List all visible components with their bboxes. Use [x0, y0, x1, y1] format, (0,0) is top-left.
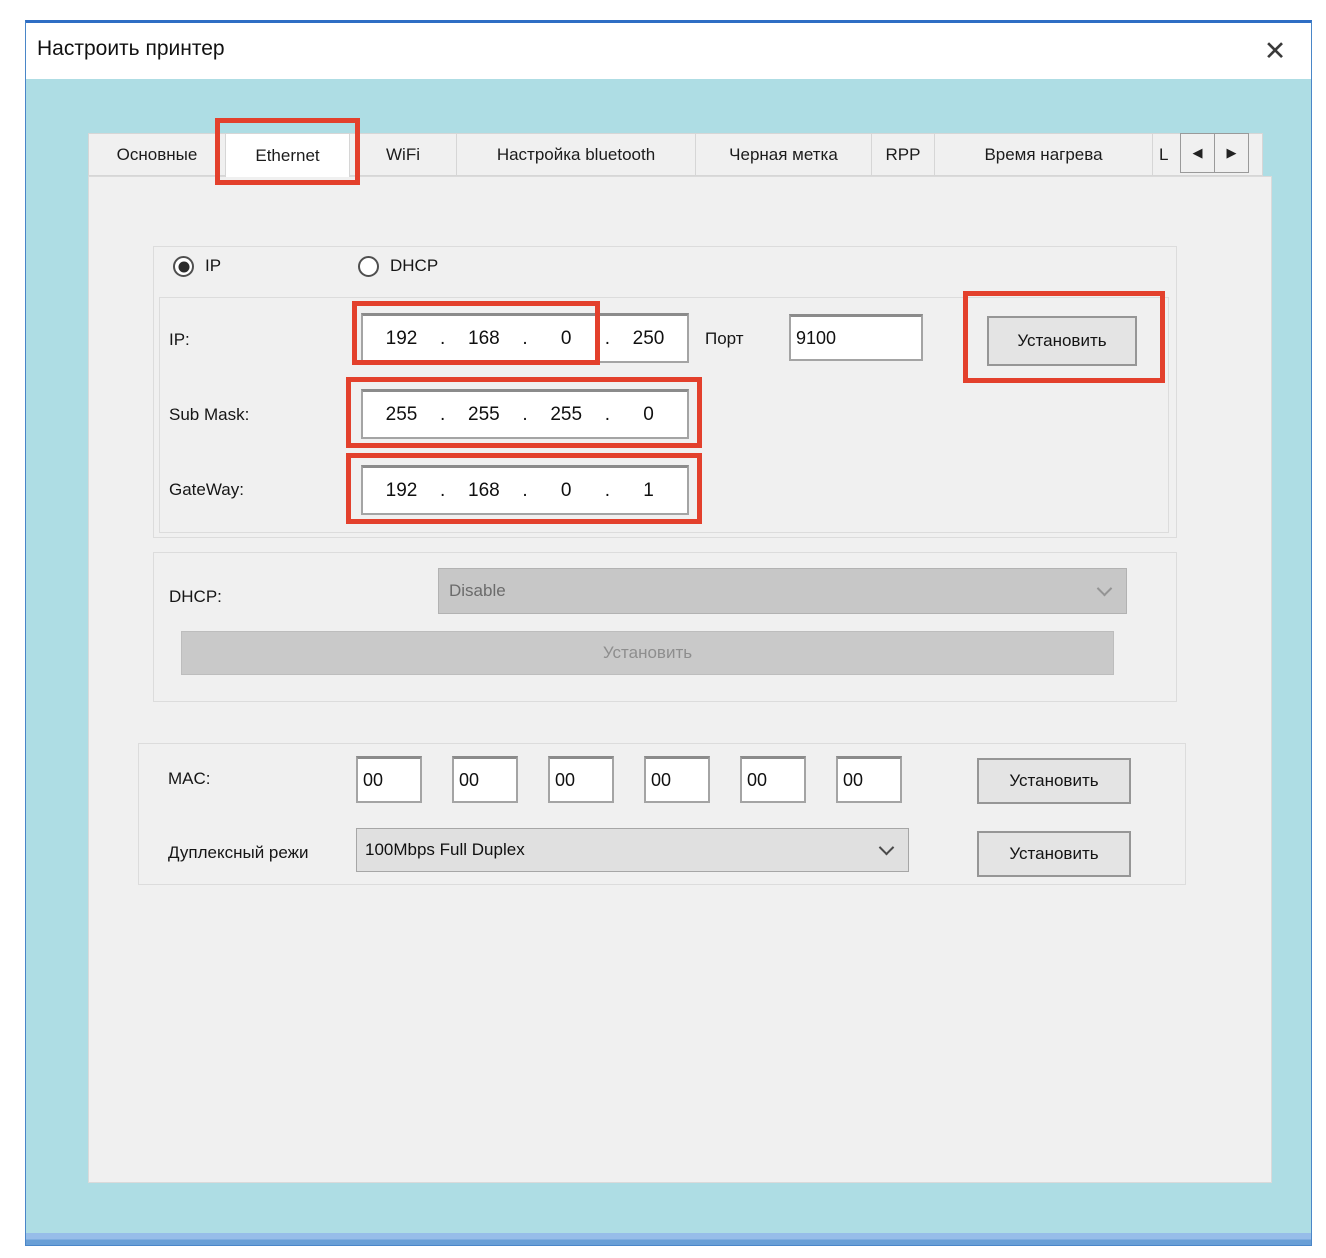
ip-octet: 0 — [528, 328, 605, 350]
duplex-mode-select[interactable]: 100Mbps Full Duplex — [356, 828, 909, 872]
gateway-label: GateWay: — [169, 480, 244, 500]
set-mac-button[interactable]: Установить — [977, 758, 1131, 804]
duplex-mode-label: Дуплексный режи — [168, 843, 309, 863]
ip-octet: 250 — [610, 328, 687, 350]
tab-label: Время нагрева — [984, 145, 1102, 165]
tab-ethernet[interactable]: Ethernet — [225, 133, 350, 177]
gateway-octet: 168 — [445, 480, 522, 502]
tab-label: Ethernet — [255, 146, 319, 166]
mac-byte-input[interactable] — [836, 756, 902, 803]
port-label: Порт — [705, 329, 744, 349]
tab-label: Настройка bluetooth — [497, 145, 655, 165]
set-ip-button[interactable]: Установить — [987, 316, 1137, 366]
ethernet-tab-page: IP DHCP IP: 192 . 168 . 0 . 250 Порт Уст… — [88, 176, 1272, 1183]
set-duplex-button[interactable]: Установить — [977, 831, 1131, 877]
gateway-octet: 192 — [363, 480, 440, 502]
gateway-octet: 1 — [610, 480, 687, 502]
mac-byte-input[interactable] — [644, 756, 710, 803]
tab-scroll-left-button[interactable]: ◀ — [1180, 133, 1215, 173]
dhcp-selected-value: Disable — [449, 581, 506, 601]
titlebar: Настроить принтер ✕ — [26, 23, 1311, 79]
submask-octet: 255 — [445, 404, 522, 426]
tab-bar: Основные Ethernet WiFi Настройка bluetoo… — [88, 133, 1263, 177]
dhcp-label: DHCP: — [169, 587, 222, 607]
gateway-input[interactable]: 192 . 168 . 0 . 1 — [361, 465, 689, 515]
submask-label: Sub Mask: — [169, 405, 249, 425]
button-label: Установить — [603, 643, 692, 663]
tab-label: L — [1159, 145, 1168, 165]
close-icon[interactable]: ✕ — [1257, 33, 1293, 69]
ip-mode-label[interactable]: IP — [205, 256, 221, 276]
tab-scroller: ◀ ▶ — [1181, 133, 1249, 173]
chevron-down-icon — [1097, 581, 1113, 597]
ip-address-input[interactable]: 192 . 168 . 0 . 250 — [361, 313, 689, 363]
arrow-left-icon: ◀ — [1193, 145, 1203, 161]
dhcp-mode-label[interactable]: DHCP — [390, 256, 438, 276]
button-label: Установить — [1017, 331, 1106, 351]
mac-byte-input[interactable] — [452, 756, 518, 803]
port-input[interactable] — [789, 314, 923, 361]
dhcp-mode-radio[interactable] — [358, 256, 379, 277]
tab-osnovnye[interactable]: Основные — [88, 133, 226, 176]
mac-byte-input[interactable] — [548, 756, 614, 803]
ip-octet: 192 — [363, 328, 440, 350]
radio-dot — [178, 261, 189, 272]
dialog-body: Основные Ethernet WiFi Настройка bluetoo… — [26, 79, 1311, 1245]
tab-black-mark[interactable]: Черная метка — [695, 133, 872, 176]
tab-label: WiFi — [386, 145, 420, 165]
dhcp-select: Disable — [438, 568, 1127, 614]
tab-heating-time[interactable]: Время нагрева — [934, 133, 1153, 176]
submask-input[interactable]: 255 . 255 . 255 . 0 — [361, 389, 689, 439]
duplex-selected-value: 100Mbps Full Duplex — [365, 840, 525, 860]
tab-rpp[interactable]: RPP — [871, 133, 935, 176]
tab-scroll-right-button[interactable]: ▶ — [1214, 133, 1249, 173]
tab-bluetooth-settings[interactable]: Настройка bluetooth — [456, 133, 696, 176]
ip-label: IP: — [169, 330, 190, 350]
gateway-octet: 0 — [528, 480, 605, 502]
mac-byte-input[interactable] — [740, 756, 806, 803]
ip-octet: 168 — [445, 328, 522, 350]
submask-octet: 0 — [610, 404, 687, 426]
set-dhcp-button: Установить — [181, 631, 1114, 675]
arrow-right-icon: ▶ — [1227, 145, 1237, 161]
mac-byte-input[interactable] — [356, 756, 422, 803]
submask-octet: 255 — [363, 404, 440, 426]
tab-label: Черная метка — [729, 145, 838, 165]
submask-octet: 255 — [528, 404, 605, 426]
printer-settings-dialog: Настроить принтер ✕ Основные Ethernet Wi… — [25, 20, 1312, 1246]
chevron-down-icon — [879, 840, 895, 856]
window-title: Настроить принтер — [37, 37, 225, 61]
tab-label: Основные — [117, 145, 198, 165]
button-label: Установить — [1009, 771, 1098, 791]
window-bottom-bar — [26, 1233, 1311, 1245]
mac-label: MAC: — [168, 769, 211, 789]
ip-mode-radio[interactable] — [173, 256, 194, 277]
tab-wifi[interactable]: WiFi — [349, 133, 457, 176]
tab-label: RPP — [886, 145, 921, 165]
button-label: Установить — [1009, 844, 1098, 864]
